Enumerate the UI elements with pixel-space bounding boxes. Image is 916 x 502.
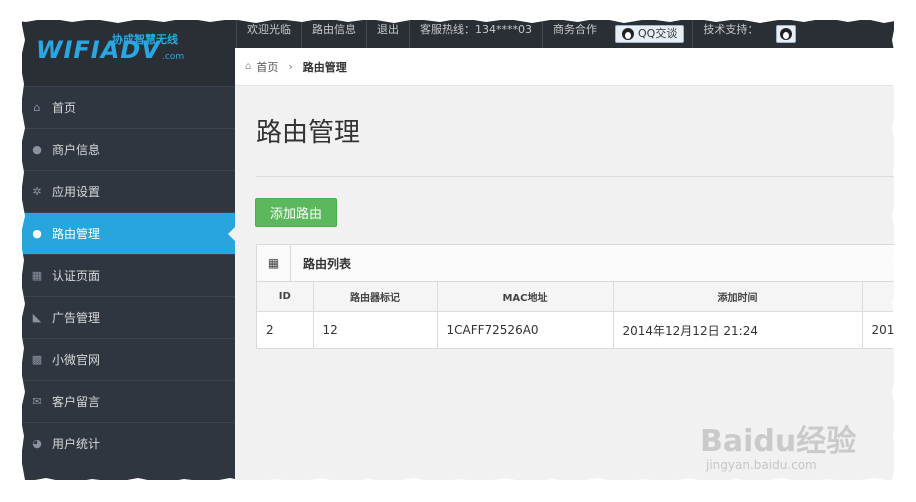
tech-support-label: 技术支持： [692, 20, 768, 48]
qq-chat-button[interactable]: QQ交谈 [615, 25, 685, 43]
page-title: 路由管理 [256, 118, 361, 148]
qq-penguin-icon [622, 28, 634, 40]
user-icon: ◕ [32, 437, 42, 450]
sidebar-item-label: 客户留言 [52, 395, 101, 409]
column-header-router-tag[interactable]: 路由器标记 [313, 282, 438, 312]
torn-edge-right [892, 0, 916, 502]
logo[interactable]: 协成智慧无线 WIFIADV .com [22, 20, 235, 86]
sidebar-item-home[interactable]: ⌂ 首页 [22, 86, 235, 128]
column-header-mac[interactable]: MAC地址 [437, 282, 614, 312]
breadcrumb-current: 路由管理 [302, 60, 347, 74]
home-icon: ⌂ [33, 101, 41, 114]
top-link-welcome[interactable]: 欢迎光临 [236, 20, 301, 48]
sidebar-item-auth-page[interactable]: ▦ 认证页面 [22, 254, 235, 296]
sidebar-item-customer-messages[interactable]: ✉ 客户留言 [22, 380, 235, 422]
home-icon: ⌂ [245, 61, 252, 72]
cell-id: 2 [257, 311, 314, 349]
top-link-hotline: 客服热线：134****03 [409, 20, 542, 48]
users-icon: ● [32, 227, 42, 240]
sidebar-item-label: 用户统计 [52, 437, 101, 451]
table-row[interactable]: 2 12 1CAFF72526A0 2014年12月12日 21:24 201 [257, 311, 894, 349]
cell-added-time: 2014年12月12日 21:24 [613, 311, 863, 349]
torn-edge-left [0, 0, 25, 502]
grid-icon: ▦ [31, 269, 43, 282]
panel-header: ▦ 路由列表 [257, 244, 894, 282]
top-link-logout[interactable]: 退出 [366, 20, 409, 48]
logo-domain: .com [162, 52, 185, 62]
chevron-right-icon: › [288, 60, 293, 73]
cogs-icon: ✲ [32, 185, 42, 198]
sidebar-item-label: 广告管理 [52, 311, 101, 325]
sidebar-item-micro-site[interactable]: ▩ 小微官网 [22, 338, 235, 380]
top-link-business[interactable]: 商务合作 [542, 20, 607, 48]
sidebar-item-app-settings[interactable]: ✲ 应用设置 [22, 170, 235, 212]
sidebar-item-label: 小微官网 [52, 353, 101, 367]
tiles-icon: ▩ [31, 353, 43, 366]
logo-brand: WIFIADV [36, 36, 161, 64]
breadcrumb-home[interactable]: 首页 [256, 59, 278, 75]
column-header-added-time[interactable]: 添加时间 [613, 282, 863, 312]
cell-mac: 1CAFF72526A0 [437, 311, 614, 349]
support-qq-button[interactable] [776, 25, 797, 43]
panel-title: 路由列表 [303, 256, 352, 271]
watermark-url: jingyan.baidu.com [706, 458, 817, 472]
sidebar-item-ad-management[interactable]: ◣ 广告管理 [22, 296, 235, 338]
torn-edge-top [0, 0, 916, 23]
watermark: Baidu经验 [700, 424, 857, 459]
router-table: ID 路由器标记 MAC地址 添加时间 2 12 1CAFF72526A0 20… [257, 282, 894, 349]
users-icon: ● [32, 143, 42, 156]
cell-router-tag: 12 [313, 311, 438, 349]
column-header-id[interactable]: ID [257, 282, 314, 312]
divider [256, 176, 894, 177]
support-penguin-icon [780, 28, 793, 40]
sidebar-item-label: 应用设置 [52, 185, 101, 199]
torn-edge-bottom [0, 478, 916, 502]
app-window: 欢迎光临 路由信息 退出 客服热线：134****03 商务合作 QQ交谈 技术… [22, 20, 894, 480]
sidebar-item-label: 路由管理 [52, 227, 101, 241]
bullhorn-icon: ◣ [32, 311, 42, 324]
add-router-button[interactable]: 添加路由 [255, 198, 337, 227]
sidebar-item-router-management[interactable]: ● 路由管理 [22, 212, 236, 254]
envelope-icon: ✉ [32, 395, 42, 408]
sidebar-item-label: 首页 [52, 101, 77, 115]
sidebar-item-label: 商户信息 [52, 143, 101, 157]
sidebar-item-label: 认证页面 [52, 269, 101, 283]
sidebar: 协成智慧无线 WIFIADV .com ⌂ 首页 ● 商户信息 ✲ 应用设置 ●… [22, 20, 236, 480]
qq-chat-label: QQ交谈 [638, 27, 678, 40]
top-link-router-info[interactable]: 路由信息 [301, 20, 366, 48]
sidebar-item-user-stats[interactable]: ◕ 用户统计 [22, 422, 235, 464]
table-header-row: ID 路由器标记 MAC地址 添加时间 [257, 282, 894, 312]
top-links: 欢迎光临 路由信息 退出 客服热线：134****03 商务合作 QQ交谈 技术… [236, 20, 804, 48]
breadcrumb: ⌂ 首页 › 路由管理 [235, 48, 894, 86]
router-list-panel: ▦ 路由列表 ID 路由器标记 MAC地址 添加时间 2 12 1CAFF725… [256, 244, 894, 349]
grid-icon: ▦ [257, 244, 291, 282]
sidebar-item-merchant-info[interactable]: ● 商户信息 [22, 128, 235, 170]
